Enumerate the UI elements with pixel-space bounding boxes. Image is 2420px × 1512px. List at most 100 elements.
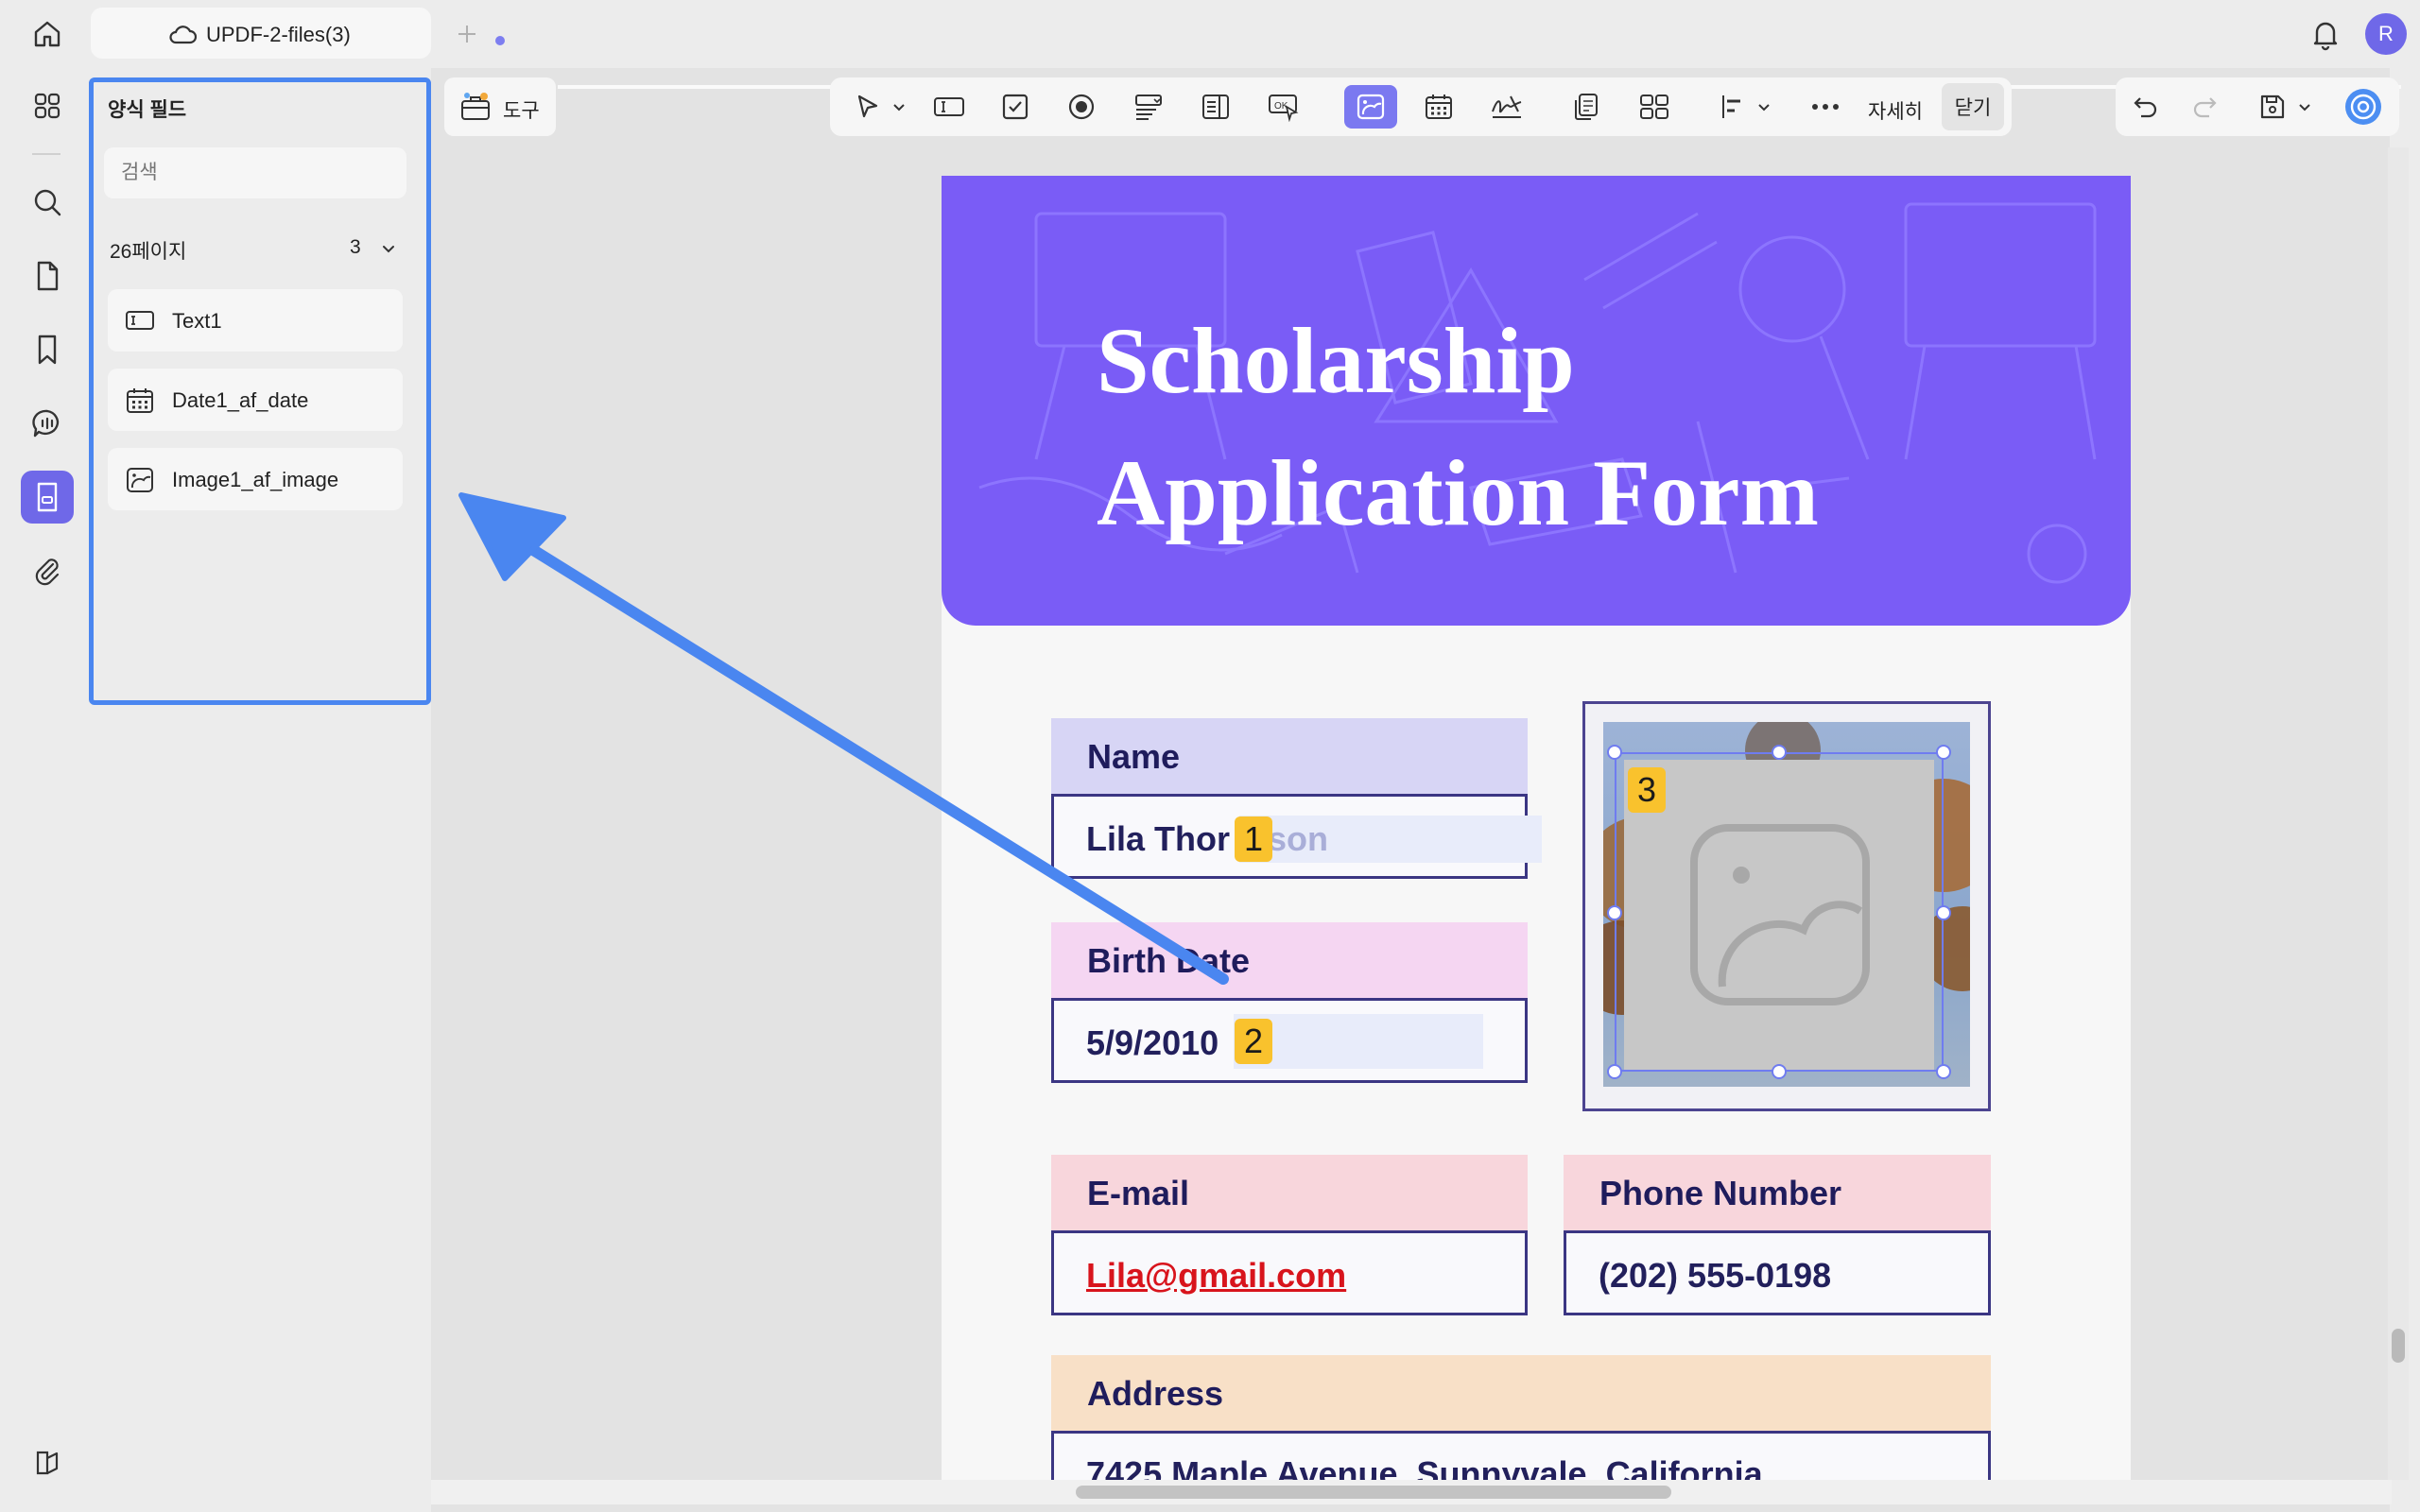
plus-icon xyxy=(458,26,475,43)
phone-field[interactable]: (202) 555-0198 xyxy=(1564,1230,1991,1315)
button-tool-button[interactable]: OK xyxy=(1257,85,1310,129)
birth-date-label: Birth Date xyxy=(1051,922,1528,998)
vertical-scrollbar[interactable] xyxy=(2392,1329,2405,1363)
save-icon xyxy=(2260,94,2285,119)
email-value[interactable]: Lila@gmail.com xyxy=(1086,1256,1346,1295)
resize-handle-tr[interactable] xyxy=(1936,745,1951,760)
name-value: Lila Thor xyxy=(1086,819,1230,858)
rail-settings-button[interactable] xyxy=(21,1436,74,1489)
rail-thumbnails-button[interactable] xyxy=(21,79,74,132)
panel-highlight-frame xyxy=(89,77,431,705)
document-tab[interactable]: UPDF-2-files(3) xyxy=(91,8,505,59)
dropdown-tool-button[interactable] xyxy=(1123,85,1176,129)
right-toolbar xyxy=(2116,77,2399,136)
email-field[interactable]: Lila@gmail.com xyxy=(1051,1230,1528,1315)
rail-bookmarks-button[interactable] xyxy=(21,323,74,376)
bell-icon xyxy=(2313,22,2338,51)
birth-date-field[interactable]: 5/9/2010 xyxy=(1051,998,1528,1083)
image-field-tool-button[interactable] xyxy=(1344,85,1397,129)
save-dropdown[interactable] xyxy=(2291,85,2318,129)
ai-assistant-icon xyxy=(2345,89,2381,125)
signature-tool-button[interactable] xyxy=(1480,85,1533,129)
birth-date-value: 5/9/2010 xyxy=(1086,1023,1219,1062)
more-button[interactable] xyxy=(1807,85,1864,129)
radio-icon xyxy=(1068,94,1095,120)
form-toolbar: OK 자세히 닫기 xyxy=(830,77,2012,136)
list-box-icon xyxy=(1202,94,1229,119)
align-tool-dropdown[interactable] xyxy=(1751,85,1777,129)
phone-value: (202) 555-0198 xyxy=(1599,1256,1832,1295)
button-field-icon: OK xyxy=(1269,94,1299,122)
unsaved-dot xyxy=(495,36,505,45)
grid-layout-tool-button[interactable] xyxy=(1628,85,1681,129)
tools-label: 도구 xyxy=(503,100,540,122)
checkbox-tool-button[interactable] xyxy=(989,85,1042,129)
form-title: Scholarship Application Form xyxy=(1097,295,1819,559)
resize-handle-mr[interactable] xyxy=(1936,905,1951,920)
resize-handle-ml[interactable] xyxy=(1607,905,1622,920)
paperclip-icon xyxy=(35,558,60,586)
field-badge-2: 2 xyxy=(1235,1019,1272,1064)
home-button[interactable] xyxy=(23,13,72,55)
resize-handle-bc[interactable] xyxy=(1772,1064,1787,1079)
avatar[interactable]: R xyxy=(2365,13,2407,55)
field-badge-3: 3 xyxy=(1628,767,1666,813)
undo-icon xyxy=(2134,97,2157,118)
ai-assistant-button[interactable] xyxy=(2337,85,2390,129)
page-icon xyxy=(37,261,59,291)
combo-box-icon xyxy=(1135,94,1162,120)
bookmark-icon xyxy=(38,335,57,365)
rail-search-button[interactable] xyxy=(21,176,74,229)
text-field-tool-button[interactable] xyxy=(923,85,976,129)
list-box-tool-button[interactable] xyxy=(1189,85,1242,129)
radio-tool-button[interactable] xyxy=(1055,85,1108,129)
redo-button[interactable] xyxy=(2178,85,2231,129)
grid-icon xyxy=(34,93,60,119)
rail-pages-button[interactable] xyxy=(21,249,74,302)
toolbox-icon xyxy=(461,93,490,120)
phone-label: Phone Number xyxy=(1564,1155,1991,1230)
notification-button[interactable] xyxy=(2307,15,2344,53)
select-tool-dropdown[interactable] xyxy=(885,85,913,129)
duplicate-tool-button[interactable] xyxy=(1560,85,1613,129)
rail-comments-button[interactable] xyxy=(21,397,74,450)
redo-icon xyxy=(2193,97,2217,118)
address-field[interactable]: 7425 Maple Avenue, Sunnyvale, California xyxy=(1051,1431,1991,1480)
close-form-mode-button[interactable]: 닫기 xyxy=(1942,83,2004,130)
text-field-icon xyxy=(934,97,964,116)
search-icon xyxy=(34,189,61,216)
field-badge-1: 1 xyxy=(1235,816,1272,862)
home-icon xyxy=(34,21,60,47)
cloud-icon xyxy=(169,26,197,44)
email-label: E-mail xyxy=(1051,1155,1528,1230)
sidebar-toggle-icon xyxy=(36,1451,59,1475)
name-field[interactable]: Lila Thor son xyxy=(1051,794,1542,879)
grid-icon xyxy=(1640,94,1668,119)
address-value: 7425 Maple Avenue, Sunnyvale, California xyxy=(1086,1454,1763,1480)
checkbox-icon xyxy=(1002,94,1028,120)
add-tab-button[interactable] xyxy=(448,15,486,53)
horizontal-scrollbar[interactable] xyxy=(1076,1486,1671,1499)
rail-form-fields-button[interactable] xyxy=(21,471,74,524)
address-label: Address xyxy=(1051,1355,1991,1431)
rail-divider xyxy=(32,153,60,155)
undo-button[interactable] xyxy=(2119,85,2172,129)
chevron-down-icon xyxy=(893,104,905,112)
rail-attachments-button[interactable] xyxy=(21,544,74,597)
calendar-icon xyxy=(1426,94,1452,119)
signature-icon xyxy=(1492,95,1522,118)
vertical-scroll-track[interactable] xyxy=(2388,147,2409,1480)
form-icon xyxy=(37,482,58,512)
align-left-icon xyxy=(1722,95,1740,118)
resize-handle-tl[interactable] xyxy=(1607,745,1622,760)
resize-handle-br[interactable] xyxy=(1936,1064,1951,1079)
date-field-tool-button[interactable] xyxy=(1412,85,1465,129)
chevron-down-icon xyxy=(1758,104,1770,112)
form-banner: Scholarship Application Form xyxy=(942,176,2131,626)
image-icon xyxy=(1357,94,1385,120)
tools-button[interactable]: 도구 xyxy=(444,77,556,136)
align-tool-button[interactable] xyxy=(1713,85,1751,129)
resize-handle-bl[interactable] xyxy=(1607,1064,1622,1079)
more-label[interactable]: 자세히 xyxy=(1868,96,1923,125)
resize-handle-tc[interactable] xyxy=(1772,745,1787,760)
